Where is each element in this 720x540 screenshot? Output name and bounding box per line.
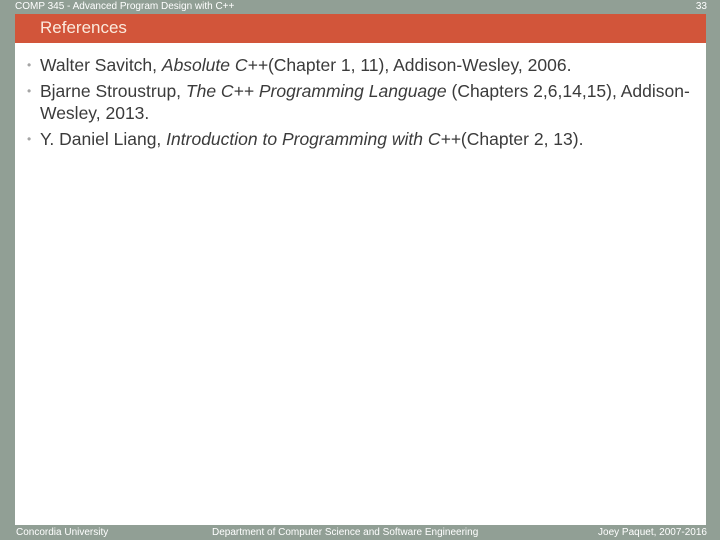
references-list: • Walter Savitch, Absolute C++(Chapter 1… [15,54,706,154]
reference-book-title: The C++ Programming Language [185,81,447,101]
reference-item: • Y. Daniel Liang, Introduction to Progr… [15,128,706,150]
reference-item: • Walter Savitch, Absolute C++(Chapter 1… [15,54,706,76]
reference-author: Y. Daniel Liang, [40,129,167,149]
footer-university: Concordia University [16,527,109,538]
reference-item: • Bjarne Stroustrup, The C++ Programming… [15,80,706,124]
slide-number: 33 [695,1,707,12]
reference-author: Walter Savitch, [40,55,162,75]
slide-body: References • Walter Savitch, Absolute C+… [15,14,706,525]
reference-author: Bjarne Stroustrup, [40,81,186,101]
footer: Concordia University Department of Compu… [0,525,720,540]
reference-book-title: Absolute C++ [161,55,268,75]
reference-details: (Chapter 1, 11), Addison-Wesley, 2006. [267,55,572,75]
bullet-icon: • [27,84,32,98]
course-title: COMP 345 - Advanced Program Design with … [15,1,235,12]
bullet-icon: • [27,58,32,72]
title-band: References [15,14,706,43]
footer-department: Department of Computer Science and Softw… [212,527,479,538]
bullet-icon: • [27,132,32,146]
footer-author: Joey Paquet, 2007-2016 [598,527,707,538]
reference-details: (Chapter 2, 13). [460,129,584,149]
slide-title: References [40,18,127,37]
reference-book-title: Introduction to Programming with C++ [166,129,461,149]
